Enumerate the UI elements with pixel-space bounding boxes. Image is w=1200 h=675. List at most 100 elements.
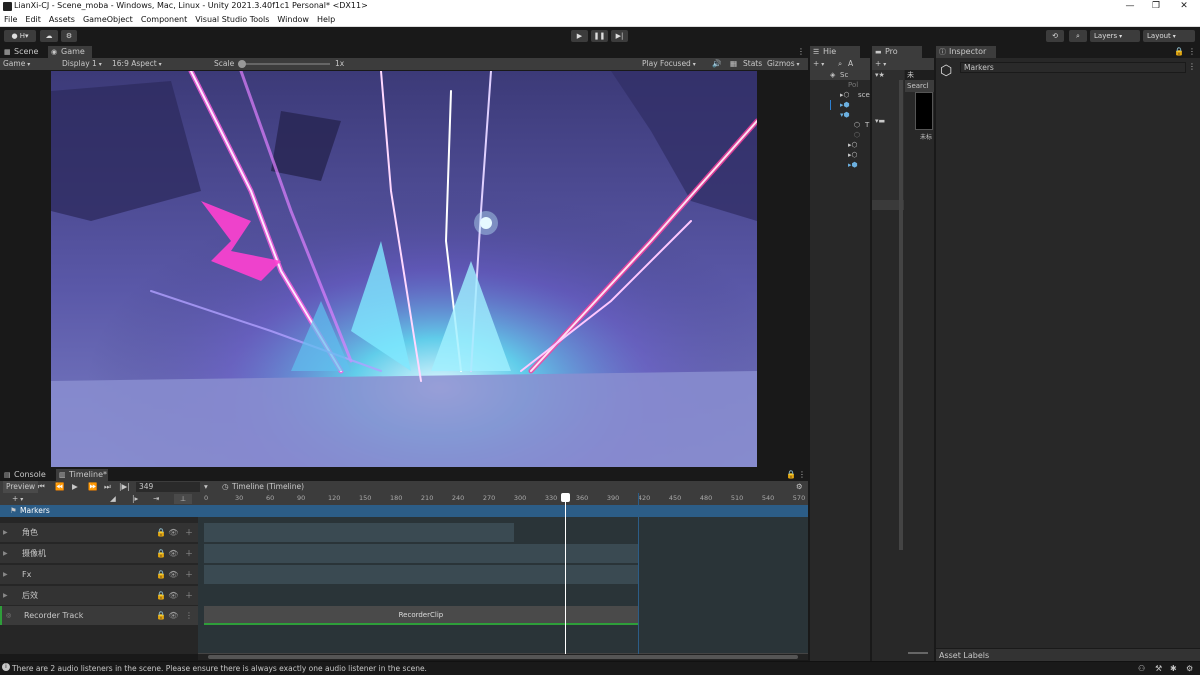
play-button[interactable]: ▶ <box>571 30 588 42</box>
track-header-postfx[interactable]: ▶ 后效 🔒👁 ＋ <box>0 586 198 605</box>
recorder-clip[interactable]: RecorderClip <box>204 606 638 625</box>
scale-slider-handle[interactable] <box>238 60 246 68</box>
game-view[interactable] <box>0 70 808 468</box>
timeline-playhead[interactable] <box>560 493 570 654</box>
clip-fx[interactable] <box>204 565 638 584</box>
track-header-recorder[interactable]: ◎ Recorder Track 🔒👁 ⋮ <box>0 606 198 625</box>
expand-arrow-icon[interactable]: ▶ <box>3 586 8 605</box>
hierarchy-child-cube-icon[interactable]: ⬡ <box>854 120 860 130</box>
menu-component[interactable]: Component <box>137 13 191 27</box>
expand-arrow-icon[interactable]: ▶ <box>3 544 8 563</box>
preview-toggle[interactable]: Preview <box>3 481 39 493</box>
menu-window[interactable]: Window <box>273 13 313 27</box>
tab-hierarchy[interactable]: ☰ Hie <box>810 46 860 58</box>
hierarchy-cube-icon[interactable]: ▸⬡ <box>848 140 858 150</box>
clip-camera[interactable] <box>204 544 638 563</box>
project-zoom-slider[interactable] <box>908 652 928 654</box>
menu-edit[interactable]: Edit <box>21 13 45 27</box>
history-icon[interactable]: ⟲ <box>1046 30 1064 42</box>
track-controls-icon[interactable]: 🔒👁 ＋ <box>156 523 195 542</box>
search-icon[interactable]: ⌕ <box>1069 30 1087 42</box>
hierarchy-item-cube-icon[interactable]: ▸⬡ <box>840 90 850 100</box>
status-bar[interactable]: i There are 2 audio listeners in the sce… <box>0 661 1200 675</box>
tab-console[interactable]: ▤ Console <box>1 469 53 481</box>
object-name-field[interactable]: Markers <box>960 62 1186 73</box>
clip-edit-mode-icon[interactable]: ◢ <box>110 493 116 505</box>
menu-help[interactable]: Help <box>313 13 339 27</box>
hierarchy-prefab-icon[interactable]: ▸⬢ <box>848 160 858 170</box>
assets-folder-icon[interactable]: ▾▬ <box>875 116 885 126</box>
goto-end-icon[interactable]: ⏭ <box>104 481 111 493</box>
ripple-mode-icon[interactable]: |▸ <box>132 493 138 505</box>
hierarchy-prefab-icon[interactable]: ▸⬢ <box>840 100 850 110</box>
menu-gameobject[interactable]: GameObject <box>79 13 137 27</box>
tab-inspector[interactable]: ⓘ Inspector <box>936 46 996 58</box>
markers-row[interactable]: ⚑ Markers <box>0 505 808 517</box>
asset-labels-bar[interactable]: Asset Labels <box>936 648 1200 661</box>
favorites-star-icon[interactable]: ▾★ <box>875 70 885 80</box>
hierarchy-item[interactable]: sce <box>858 90 870 100</box>
tab-project[interactable]: ▬ Pro <box>872 46 922 58</box>
step-button[interactable]: ▶| <box>611 30 628 42</box>
tab-timeline[interactable]: ▥ Timeline* <box>56 469 108 481</box>
close-button[interactable]: ✕ <box>1172 0 1196 13</box>
playhead-handle[interactable] <box>560 493 570 502</box>
account-button[interactable]: ● H▾ <box>4 30 36 42</box>
timeline-scrollbar[interactable] <box>198 654 808 660</box>
menu-visual-studio-tools[interactable]: Visual Studio Tools <box>191 13 273 27</box>
hierarchy-scene-row[interactable]: ◈ Sc <box>810 70 870 80</box>
track-controls-icon[interactable]: 🔒👁 ＋ <box>156 565 195 584</box>
menu-assets[interactable]: Assets <box>45 13 79 27</box>
lock-icon[interactable]: 🔒 <box>786 469 796 481</box>
layout-dropdown[interactable]: Layout <box>1143 30 1195 42</box>
maximize-button[interactable]: ❐ <box>1144 0 1168 13</box>
hierarchy-child-cube-icon[interactable]: ⬡ <box>854 130 860 140</box>
track-controls-icon[interactable]: 🔒👁 ＋ <box>156 544 195 563</box>
track-controls-icon[interactable]: 🔒👁 ⋮ <box>156 606 195 625</box>
cloud-icon[interactable]: ☁ <box>40 30 58 42</box>
track-header-character[interactable]: ▶ 角色 🔒👁 ＋ <box>0 523 198 542</box>
stats-grid-icon[interactable]: ▦ <box>730 58 737 70</box>
kebab-menu-icon[interactable]: ⋮ <box>1188 46 1196 58</box>
snap-toggle[interactable]: ⊥ <box>174 494 192 504</box>
timeline-play-icon[interactable]: ▶ <box>72 481 78 493</box>
stats-button[interactable]: Stats <box>743 58 762 70</box>
expand-arrow-icon[interactable]: ▶ <box>3 523 8 542</box>
hierarchy-item[interactable]: T <box>865 120 869 130</box>
layers-dropdown[interactable]: Layers <box>1090 30 1140 42</box>
next-frame-icon[interactable]: ⏩ <box>88 481 97 493</box>
frame-field[interactable]: 349 <box>136 482 200 492</box>
track-header-camera[interactable]: ▶ 摄像机 🔒👁 ＋ <box>0 544 198 563</box>
prev-frame-icon[interactable]: ⏪ <box>55 481 64 493</box>
build-icon[interactable]: ⚒ <box>1155 664 1162 673</box>
project-scrollbar[interactable] <box>899 80 903 550</box>
timeline-scrollbar-thumb[interactable] <box>208 655 798 659</box>
tab-scene[interactable]: ▦ Scene <box>1 46 45 58</box>
collab-icon[interactable]: ⚙ <box>61 30 77 42</box>
minimize-button[interactable]: — <box>1118 0 1142 13</box>
loop-icon[interactable]: |▶| <box>119 481 130 493</box>
menu-file[interactable]: File <box>0 13 21 27</box>
goto-start-icon[interactable]: ⏮ <box>38 481 45 493</box>
kebab-menu-icon[interactable]: ⋮ <box>797 46 805 58</box>
pause-button[interactable]: ❚❚ <box>591 30 608 42</box>
kebab-menu-icon[interactable]: ⋮ <box>798 469 806 481</box>
timeline-ruler[interactable]: 0 30 60 90 120 150 180 210 240 270 300 330 360 390 420… <box>198 493 808 505</box>
frame-dropdown-icon[interactable]: ▾ <box>204 481 208 493</box>
track-controls-icon[interactable]: 🔒👁 ＋ <box>156 586 195 605</box>
hierarchy-search-filter[interactable]: A <box>848 58 853 70</box>
network-icon[interactable]: ⚇ <box>1138 664 1145 673</box>
bug-icon[interactable]: ✱ <box>1170 664 1177 673</box>
tab-game[interactable]: ◉ Game <box>48 46 92 58</box>
settings-icon[interactable]: ⚙ <box>1186 664 1193 673</box>
asset-thumbnail[interactable] <box>915 92 933 130</box>
hierarchy-item[interactable]: Pol <box>848 80 858 90</box>
project-search-input[interactable]: 未 <box>905 70 934 80</box>
track-header-fx[interactable]: ▶ Fx 🔒👁 ＋ <box>0 565 198 584</box>
timeline-settings-icon[interactable]: ⚙ <box>796 481 803 493</box>
replace-mode-icon[interactable]: ⇥ <box>153 493 159 505</box>
hierarchy-cube-icon[interactable]: ▸⬡ <box>848 150 858 160</box>
kebab-menu-icon[interactable]: ⋮ <box>1188 62 1196 71</box>
hierarchy-prefab-icon[interactable]: ▾⬢ <box>840 110 850 120</box>
lock-icon[interactable]: 🔒 <box>1174 46 1184 58</box>
